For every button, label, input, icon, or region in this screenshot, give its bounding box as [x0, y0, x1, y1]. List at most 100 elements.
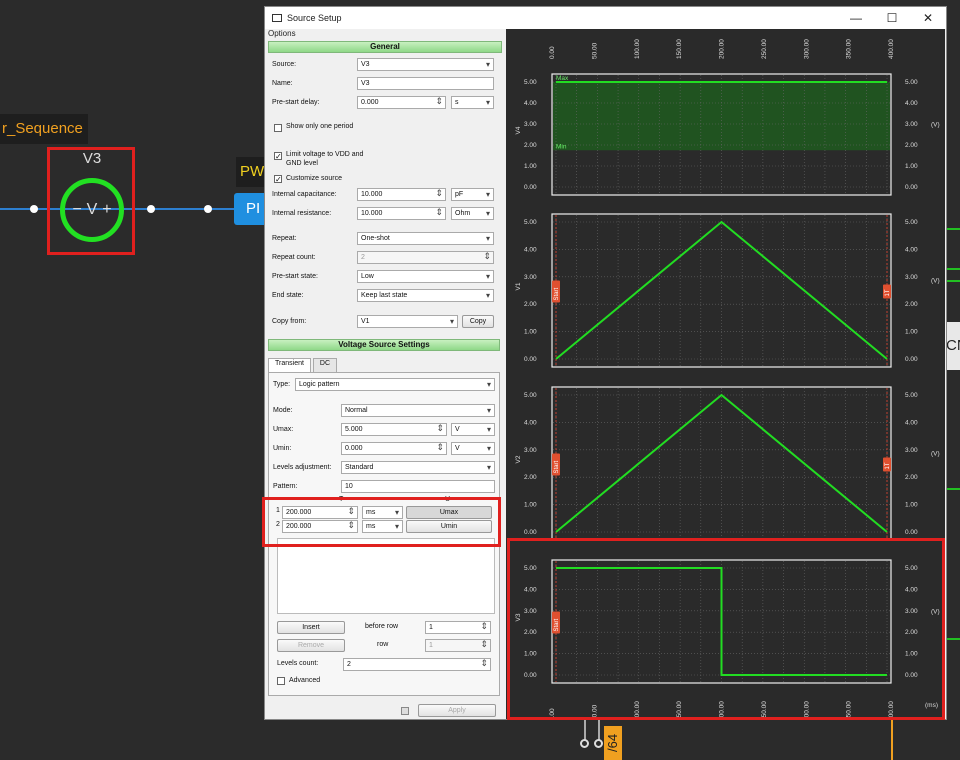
- tab-dc[interactable]: DC: [312, 358, 338, 372]
- int-res-unit[interactable]: Ohm: [451, 207, 494, 220]
- y-axis-label: V4: [515, 126, 522, 134]
- customize-source-label: Customize source: [286, 175, 343, 182]
- show-one-period-label: Show only one period: [286, 123, 354, 130]
- period-marker-label: 1T: [885, 462, 891, 469]
- wire-stub: [946, 488, 960, 490]
- copy-button[interactable]: Copy: [462, 315, 494, 328]
- title-bar[interactable]: Source Setup — ☐ ✕: [265, 7, 946, 29]
- tab-transient[interactable]: Transient: [268, 358, 311, 372]
- minimize-button[interactable]: —: [838, 11, 874, 25]
- general-header: General: [268, 41, 502, 53]
- y-tick-label-right: 5.00: [905, 219, 918, 226]
- levels-adj-label: Levels adjustment:: [273, 464, 332, 471]
- wire-stub: [946, 280, 960, 282]
- row-input[interactable]: 1: [425, 639, 491, 652]
- repeat-label: Repeat:: [272, 235, 297, 242]
- type-select[interactable]: Logic pattern: [295, 378, 495, 391]
- row-label: row: [377, 641, 389, 648]
- y-tick-label: 1.00: [524, 163, 537, 170]
- pin: [598, 720, 600, 740]
- repeat-count-input[interactable]: 2: [357, 251, 494, 264]
- customize-source-checkbox[interactable]: ✓: [274, 175, 282, 184]
- source-label: Source:: [272, 61, 297, 68]
- pin-ring[interactable]: [594, 739, 603, 748]
- umax-label: Umax:: [273, 426, 294, 433]
- prestart-state-select[interactable]: Low: [357, 270, 494, 283]
- min-annotation: Min: [556, 143, 567, 150]
- levels-count-label: Levels count:: [277, 660, 319, 667]
- name-input[interactable]: V3: [357, 77, 494, 90]
- x-tick-label-top: 50.00: [591, 42, 598, 59]
- x-tick-label-top: 400.00: [888, 39, 895, 59]
- x-tick-label-top: 0.00: [549, 46, 556, 59]
- show-one-period-checkbox[interactable]: [274, 124, 282, 132]
- close-button[interactable]: ✕: [910, 11, 946, 25]
- apply-button[interactable]: Apply: [418, 704, 496, 717]
- umax-unit[interactable]: V: [451, 423, 495, 436]
- y-tick-label-right: 5.00: [905, 392, 918, 399]
- y-tick-label-right: 4.00: [905, 100, 918, 107]
- save-icon[interactable]: [401, 707, 409, 715]
- remove-button[interactable]: Remove: [277, 639, 345, 652]
- x-tick-label-top: 100.00: [634, 39, 641, 59]
- pi-block[interactable]: PI: [234, 193, 266, 225]
- pattern-list-area[interactable]: [277, 538, 495, 614]
- y-tick-label-right: 4.00: [905, 246, 918, 253]
- pattern-input[interactable]: 10: [341, 480, 495, 493]
- y-axis-label: V2: [515, 455, 522, 463]
- limit-voltage-label: Limit voltage to VDD and GND level: [286, 151, 364, 167]
- y-tick-label: 4.00: [524, 100, 537, 107]
- levels-count-input[interactable]: 2: [343, 658, 491, 671]
- levels-adj-select[interactable]: Standard: [341, 461, 495, 474]
- y-tick-label-right: 1.00: [905, 163, 918, 170]
- voltage-source-symbol[interactable]: − V +: [60, 178, 124, 242]
- copy-from-select[interactable]: V1: [357, 315, 458, 328]
- vss-header: Voltage Source Settings: [268, 339, 500, 351]
- y-tick-label: 3.00: [524, 121, 537, 128]
- v3-plot-highlight: [507, 538, 945, 720]
- maximize-button[interactable]: ☐: [874, 11, 910, 25]
- int-cap-input[interactable]: 10.000: [357, 188, 446, 201]
- y-tick-label: 2.00: [524, 142, 537, 149]
- x-tick-label-top: 150.00: [676, 39, 683, 59]
- y-axis-label: V1: [515, 282, 522, 290]
- unit-label: (V): [931, 451, 940, 458]
- insert-button[interactable]: Insert: [277, 621, 345, 634]
- source-select[interactable]: V3: [357, 58, 494, 71]
- net-tag: /64: [604, 726, 622, 760]
- cn-block[interactable]: CN: [946, 322, 960, 370]
- pin-ring[interactable]: [580, 739, 589, 748]
- wire-node: [147, 205, 155, 213]
- y-tick-label-right: 2.00: [905, 142, 918, 149]
- name-label: Name:: [272, 80, 293, 87]
- y-tick-label-right: 0.00: [905, 356, 918, 363]
- pattern-label: Pattern:: [273, 483, 298, 490]
- advanced-checkbox[interactable]: [277, 677, 285, 685]
- y-tick-label-right: 2.00: [905, 301, 918, 308]
- int-res-input[interactable]: 10.000: [357, 207, 446, 220]
- int-res-label: Internal resistance:: [272, 210, 332, 217]
- limit-voltage-checkbox[interactable]: ✓: [274, 152, 282, 161]
- y-tick-label: 0.00: [524, 184, 537, 191]
- end-state-select[interactable]: Keep last state: [357, 289, 494, 302]
- dialog-title: Source Setup: [287, 13, 342, 23]
- wire-node: [30, 205, 38, 213]
- y-tick-label: 3.00: [524, 274, 537, 281]
- sequence-label: r_Sequence: [0, 114, 88, 144]
- vss-tabs: Transient DC: [268, 358, 339, 372]
- mode-select[interactable]: Normal: [341, 404, 495, 417]
- prestart-delay-input[interactable]: 0.000: [357, 96, 446, 109]
- end-state-label: End state:: [272, 292, 304, 299]
- umin-input[interactable]: 0.000: [341, 442, 447, 455]
- y-tick-label-right: 2.00: [905, 474, 918, 481]
- x-tick-label-top: 300.00: [803, 39, 810, 59]
- umax-input[interactable]: 5.000: [341, 423, 447, 436]
- before-row-input[interactable]: 1: [425, 621, 491, 634]
- prestart-delay-unit[interactable]: s: [451, 96, 494, 109]
- y-tick-label-right: 1.00: [905, 502, 918, 509]
- repeat-select[interactable]: One-shot: [357, 232, 494, 245]
- y-tick-label: 4.00: [524, 246, 537, 253]
- int-cap-unit[interactable]: pF: [451, 188, 494, 201]
- umin-unit[interactable]: V: [451, 442, 495, 455]
- app-icon: [272, 14, 282, 22]
